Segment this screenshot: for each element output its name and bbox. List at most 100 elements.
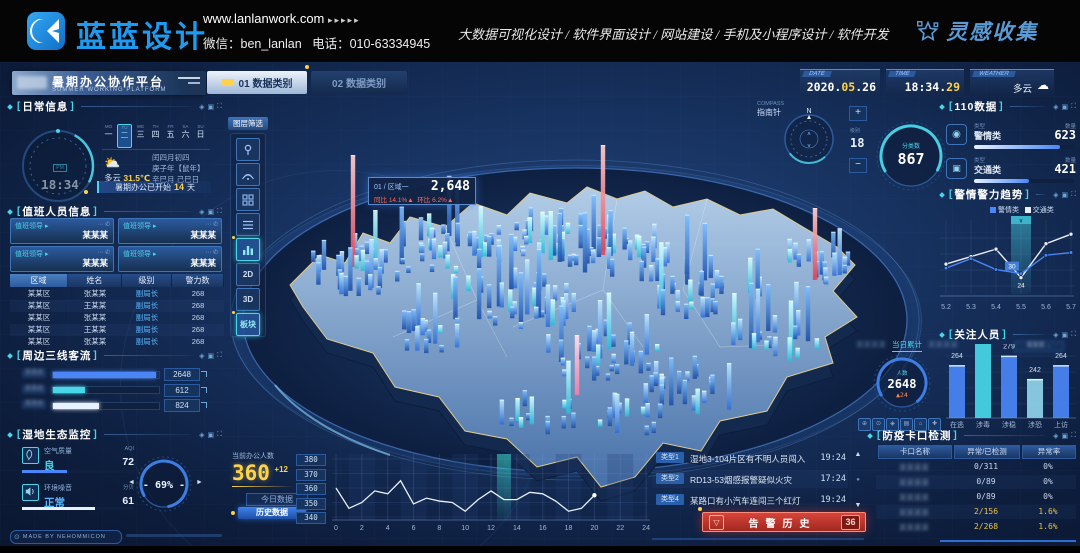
zoom-in-button[interactable]: + <box>849 106 867 121</box>
scroll-up-icon[interactable]: ▲ <box>855 451 862 458</box>
svg-text:上访: 上访 <box>1054 420 1068 429</box>
panel-expand-icon[interactable]: ⛶ <box>1071 191 1076 199</box>
compass-dial[interactable]: N ˄ ˅ <box>779 107 839 167</box>
panel-window-icon[interactable]: ▣ <box>1061 331 1068 339</box>
panel-header-eco: [湿地生态监控] ◈ ▣ ⛶ <box>8 428 222 441</box>
inspiration-collect[interactable]: 灵感收集 <box>917 16 1038 46</box>
duty-card[interactable]: 值班领导 ▸ ⋯ ✆ 某某某 <box>118 246 222 272</box>
panel-pin-icon[interactable]: ◈ <box>1053 432 1058 440</box>
panel-window-icon[interactable]: ▣ <box>207 103 214 111</box>
more-icon[interactable]: ⋯ ✆ <box>97 249 110 256</box>
weather-label: WEATHER <box>972 71 1016 77</box>
panel-expand-icon[interactable]: ⛶ <box>217 208 222 216</box>
alert-tag: 类型4 <box>656 494 684 505</box>
flow-arrow-icon <box>201 402 207 408</box>
checkpoint-name: 某某某某 <box>878 462 950 473</box>
svg-text:24: 24 <box>642 525 650 532</box>
week-day[interactable]: MO一 <box>102 124 115 148</box>
website-url[interactable]: www.lanlanwork.com <box>203 11 324 26</box>
svg-text:˄: ˄ <box>807 132 811 138</box>
layer-button-signal[interactable] <box>236 163 260 186</box>
more-icon[interactable]: ⋯ ✆ <box>205 249 218 256</box>
tab-data-category-1[interactable]: 01 数据类别 <box>207 71 307 94</box>
svg-text:˅: ˅ <box>807 144 811 150</box>
layer-button-pin[interactable] <box>236 138 260 161</box>
checkpoint-name: 某某某某 <box>878 507 950 518</box>
duty-card[interactable]: 值班领导 ▸ ⋯ ✆ 某某某 <box>10 218 114 244</box>
panel-pin-icon[interactable]: ◈ <box>199 103 204 111</box>
noise-progress-track <box>22 507 134 510</box>
layer-button-3D[interactable]: 3D <box>236 288 260 311</box>
panel-pin-icon[interactable]: ◈ <box>1053 191 1058 199</box>
brand-services: 大数据可视化设计 / 软件界面设计 / 网站建设 / 手机及小程序设计 / 软件… <box>458 24 888 43</box>
scroll-down-icon[interactable]: ▼ <box>855 502 862 509</box>
flow-bar-fill <box>53 372 156 378</box>
week-day[interactable]: TH四 <box>149 124 162 148</box>
tab-data-category-2[interactable]: 02 数据类别 <box>311 71 407 94</box>
panel-header-data110: [110数据] ◈ ▣ ⛶ <box>940 100 1076 113</box>
panel-expand-icon[interactable]: ⛶ <box>1071 432 1076 440</box>
panel-window-icon[interactable]: ▣ <box>1061 191 1068 199</box>
panel-window-icon[interactable]: ▣ <box>1061 432 1068 440</box>
layer-button-grid[interactable] <box>236 188 260 211</box>
panel-expand-icon[interactable]: ⛶ <box>1071 331 1076 339</box>
duty-card[interactable]: 值班领导 ▸ ⋯ ✆ 某某某 <box>10 246 114 272</box>
svg-text:16: 16 <box>539 525 547 532</box>
flow-bar-track <box>52 402 160 410</box>
svg-text:- 69% -: - 69% - <box>143 480 185 491</box>
alert-row[interactable]: 类型2 RD13-53烟感报警疑似火灾 17:24 <box>652 470 848 488</box>
week-day[interactable]: WE三 <box>134 124 147 148</box>
panel-pin-icon[interactable]: ◈ <box>1053 331 1058 339</box>
more-icon[interactable]: ⋯ ✆ <box>205 221 218 228</box>
cell: 副局长 <box>122 324 172 336</box>
alert-history-banner[interactable]: ▽ 告警历史 36 <box>702 512 866 532</box>
cell: 某某区 <box>10 336 68 348</box>
brand-logo-text: 蓝蓝设计 <box>76 12 208 56</box>
aqi-unit: AQI <box>108 446 134 452</box>
alert-row[interactable]: 类型1 湿地3-104片区有不明人员闯入 19:24 <box>652 449 848 467</box>
layer-button-2D[interactable]: 2D <box>236 263 260 286</box>
week-divider <box>102 149 210 150</box>
panel-pin-icon[interactable]: ◈ <box>199 208 204 216</box>
alert-row[interactable]: 类型4 某路口有小汽车连闯三个红灯 19:24 <box>652 491 848 509</box>
leaf-icon <box>22 447 39 464</box>
collect-label[interactable]: 灵感收集 <box>946 20 1038 44</box>
week-day[interactable]: SU日 <box>194 124 207 148</box>
layer-button-barchart[interactable] <box>236 238 260 261</box>
panel-expand-icon[interactable]: ⛶ <box>217 103 222 111</box>
week-day[interactable]: SA六 <box>179 124 192 148</box>
checkpoint-rate: 1.6% <box>1022 522 1074 531</box>
panel-window-icon[interactable]: ▣ <box>207 352 214 360</box>
more-icon[interactable]: ⋯ ✆ <box>97 221 110 228</box>
cell: 某某区 <box>10 288 68 300</box>
panel-window-icon[interactable]: ▣ <box>207 208 214 216</box>
screenshot-root: 蓝蓝设计 www.lanlanwork.com ▸▸▸▸▸ 微信：ben_lan… <box>0 0 1080 553</box>
panel-expand-icon[interactable]: ⛶ <box>217 431 222 439</box>
svg-text:5.3: 5.3 <box>966 304 976 311</box>
panel-pin-icon[interactable]: ◈ <box>199 431 204 439</box>
panel-window-icon[interactable]: ▣ <box>1061 103 1068 111</box>
brand-website[interactable]: www.lanlanwork.com ▸▸▸▸▸ <box>203 11 361 26</box>
cell: 副局长 <box>122 312 172 324</box>
panel-expand-icon[interactable]: ⛶ <box>217 352 222 360</box>
gauge-right-arrow[interactable]: ► <box>196 479 203 486</box>
gauge-left-arrow[interactable]: ◄ <box>128 479 135 486</box>
panel-pin-icon[interactable]: ◈ <box>1053 103 1058 111</box>
legend-swatch-police <box>990 207 996 213</box>
layer-button-list[interactable] <box>236 213 260 236</box>
scroll-thumb-icon[interactable]: ● <box>856 477 860 483</box>
panel-pin-icon[interactable]: ◈ <box>199 352 204 360</box>
svg-text:22: 22 <box>616 525 624 532</box>
week-day[interactable]: FR五 <box>164 124 177 148</box>
layer-button-板块[interactable]: 板块 <box>236 313 260 336</box>
duty-card[interactable]: 值班领导 ▸ ⋯ ✆ 某某某 <box>118 218 222 244</box>
panel-window-icon[interactable]: ▣ <box>207 431 214 439</box>
compass-n: N <box>806 108 811 115</box>
svg-text:5.6: 5.6 <box>1041 304 1051 311</box>
tab-active-dot <box>305 65 309 69</box>
panel-expand-icon[interactable]: ⛶ <box>1071 103 1076 111</box>
duty-name: 某某某 <box>190 229 216 241</box>
flow-arrow-icon <box>201 371 207 377</box>
zoom-out-button[interactable]: − <box>849 158 867 173</box>
week-day[interactable]: TU二 <box>117 124 132 148</box>
